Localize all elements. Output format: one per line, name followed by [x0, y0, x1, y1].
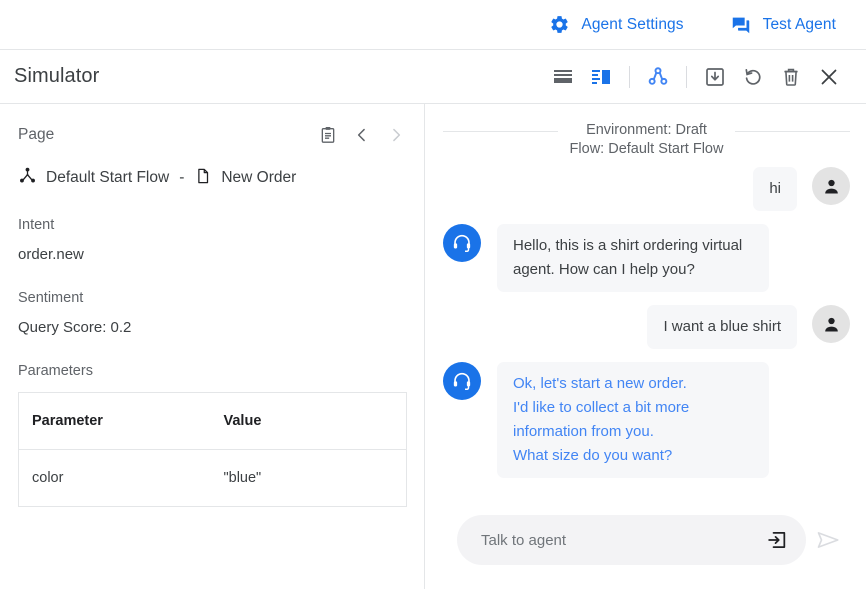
top-action-bar: Agent Settings Test Agent	[0, 0, 866, 50]
restart-icon[interactable]	[734, 58, 772, 96]
flow-icon	[18, 166, 37, 190]
message-list: hi	[443, 159, 850, 515]
page-title: Simulator	[14, 65, 544, 88]
message-agent: Ok, let's start a new order. I'd like to…	[443, 362, 850, 478]
test-agent-label: Test Agent	[763, 16, 836, 34]
side-panel-icon[interactable]	[582, 58, 620, 96]
flow-name: Default Start Flow	[46, 169, 169, 187]
gear-icon	[549, 14, 570, 35]
message-composer	[443, 515, 850, 589]
cell-parameter-name: color	[19, 450, 211, 507]
simulator-header: Simulator	[0, 50, 866, 104]
sentiment-label: Sentiment	[18, 290, 406, 306]
parameters-label: Parameters	[18, 363, 406, 379]
environment-line: Environment: Draft	[570, 121, 724, 140]
message-bubble: hi	[753, 167, 797, 211]
flow-nodes-icon[interactable]	[639, 58, 677, 96]
avatar	[812, 167, 850, 205]
message-user: hi	[443, 167, 850, 211]
message-bubble: Hello, this is a shirt ordering virtual …	[497, 224, 769, 292]
input-arrow-icon[interactable]	[766, 529, 788, 551]
agent-avatar	[443, 362, 481, 400]
page-section-label: Page	[18, 126, 318, 144]
column-header-parameter: Parameter	[19, 393, 211, 450]
environment-info: Environment: Draft Flow: Default Start F…	[558, 121, 736, 159]
page-icon	[194, 167, 212, 190]
parameters-table: Parameter Value color "blue"	[18, 392, 407, 507]
message-agent: Hello, this is a shirt ordering virtual …	[443, 224, 850, 292]
breadcrumb-separator: -	[179, 169, 184, 187]
avatar	[812, 305, 850, 343]
simulator-app: Agent Settings Test Agent Simulator	[0, 0, 866, 589]
test-agent-button[interactable]: Test Agent	[730, 14, 836, 36]
message-bubble: Ok, let's start a new order. I'd like to…	[497, 362, 769, 478]
page-name: New Order	[221, 169, 296, 187]
table-row: color "blue"	[19, 450, 407, 507]
chat-input[interactable]	[479, 531, 766, 550]
message-bubble: I want a blue shirt	[647, 305, 797, 349]
cell-parameter-value: "blue"	[211, 450, 407, 507]
chat-panel: Environment: Draft Flow: Default Start F…	[425, 104, 866, 589]
query-score-value: Query Score: 0.2	[18, 319, 406, 336]
page-nav-controls	[318, 125, 406, 145]
agent-settings-label: Agent Settings	[581, 16, 683, 34]
horizontal-split-icon[interactable]	[544, 58, 582, 96]
clipboard-icon[interactable]	[318, 125, 338, 145]
message-user: I want a blue shirt	[443, 305, 850, 349]
environment-banner: Environment: Draft Flow: Default Start F…	[443, 121, 850, 159]
agent-avatar	[443, 224, 481, 262]
chat-bubbles-icon	[730, 14, 752, 36]
simulator-toolbar	[544, 58, 848, 96]
flow-breadcrumb: Default Start Flow - New Order	[18, 166, 406, 190]
session-detail-panel: Page	[0, 104, 425, 589]
banner-rule-right	[735, 131, 850, 132]
close-icon[interactable]	[810, 58, 848, 96]
simulator-body: Page	[0, 104, 866, 589]
column-header-value: Value	[211, 393, 407, 450]
agent-settings-button[interactable]: Agent Settings	[549, 14, 683, 35]
flow-line: Flow: Default Start Flow	[570, 140, 724, 159]
banner-rule-left	[443, 131, 558, 132]
toolbar-divider	[629, 66, 630, 88]
intent-value: order.new	[18, 246, 406, 263]
chevron-left-icon[interactable]	[352, 125, 372, 145]
chat-input-wrapper[interactable]	[457, 515, 806, 565]
page-header-row: Page	[18, 120, 406, 150]
intent-label: Intent	[18, 217, 406, 233]
send-button[interactable]	[806, 527, 850, 553]
toolbar-divider	[686, 66, 687, 88]
table-header-row: Parameter Value	[19, 393, 407, 450]
delete-icon[interactable]	[772, 58, 810, 96]
save-icon[interactable]	[696, 58, 734, 96]
chevron-right-icon[interactable]	[386, 125, 406, 145]
